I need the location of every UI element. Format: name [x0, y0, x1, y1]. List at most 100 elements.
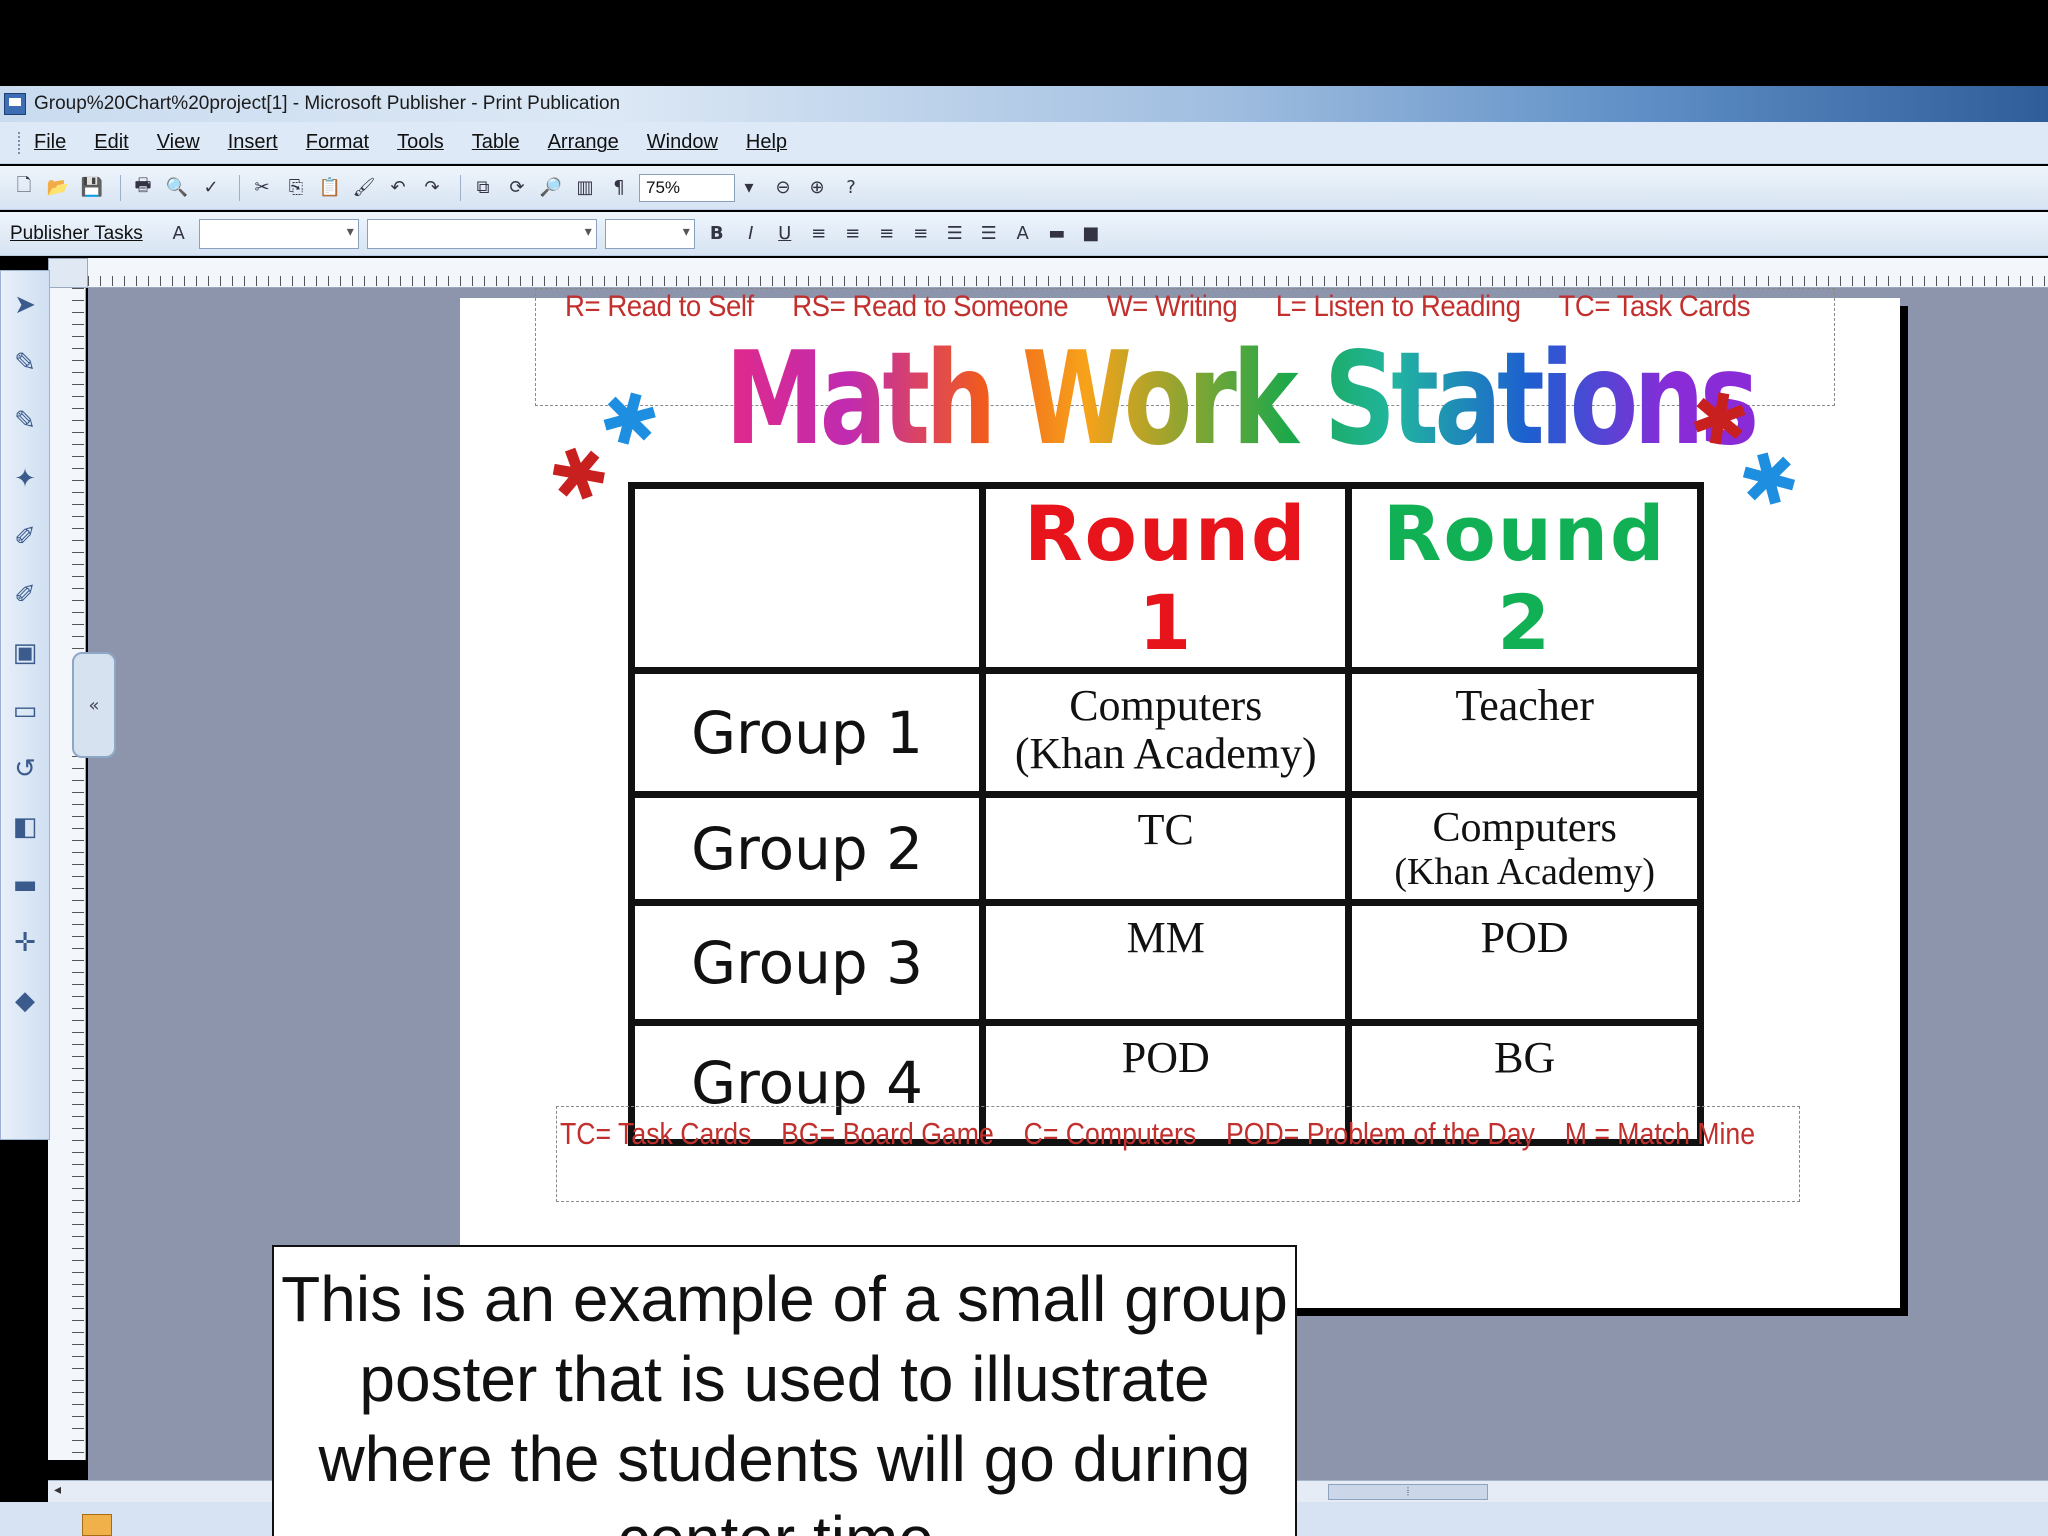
undo-icon[interactable]: ↺: [5, 749, 45, 789]
publisher-app-icon[interactable]: [4, 93, 26, 115]
select-arrow-icon[interactable]: ➤: [5, 285, 45, 325]
table-cell[interactable]: TC: [979, 791, 1353, 906]
spelling-icon[interactable]: ✓: [197, 174, 225, 202]
menu-table[interactable]: Table: [472, 131, 520, 154]
legend-item: L= Listen to Reading: [1275, 290, 1521, 323]
numbering-icon[interactable]: ☰: [941, 220, 969, 248]
paste-icon[interactable]: 📋: [316, 174, 344, 202]
group-label[interactable]: Group 1: [627, 667, 987, 798]
shape-icon[interactable]: ✐: [5, 575, 45, 615]
format-painter-icon[interactable]: 🖌: [350, 174, 378, 202]
group-label[interactable]: Group 2: [627, 791, 987, 906]
line-style-icon[interactable]: ▬: [1043, 220, 1071, 248]
save-icon[interactable]: 💾: [78, 174, 106, 202]
zoom-in-icon[interactable]: ⊕: [803, 174, 831, 202]
styles-icon[interactable]: A: [165, 220, 193, 248]
align-center-icon[interactable]: ≡: [839, 220, 867, 248]
horizontal-ruler[interactable]: [88, 258, 2048, 288]
wordart-icon[interactable]: ✦: [5, 459, 45, 499]
font-size-select[interactable]: [604, 218, 695, 249]
menu-window[interactable]: Window: [647, 131, 718, 154]
toolbar-separator: [239, 174, 240, 201]
cut-icon[interactable]: ✂: [248, 174, 276, 202]
style-select[interactable]: [198, 218, 359, 249]
line-icon[interactable]: ▭: [5, 691, 45, 731]
cell-line: Teacher: [1455, 681, 1594, 730]
cell-line: Computers: [1432, 805, 1617, 851]
menu-arrange[interactable]: Arrange: [548, 131, 619, 154]
toolbar-separator: [120, 174, 121, 201]
table-icon[interactable]: ✎: [5, 401, 45, 441]
print-icon[interactable]: 🖶: [129, 174, 157, 202]
table-cell[interactable]: Computers (Khan Academy): [1345, 791, 1704, 906]
text-box-icon[interactable]: ✎: [5, 343, 45, 383]
menu-edit[interactable]: Edit: [94, 131, 128, 154]
table-cell[interactable]: Computers (Khan Academy): [979, 667, 1353, 798]
zoom-dropdown-icon[interactable]: ▾: [735, 174, 763, 202]
zoom-out-icon[interactable]: ⊖: [769, 174, 797, 202]
crosshair-icon[interactable]: ✛: [5, 923, 45, 963]
toolbar-separator: [460, 174, 461, 201]
cell-line: TC: [1137, 805, 1194, 854]
menu-file[interactable]: File: [34, 131, 66, 154]
cell-line: MM: [1126, 913, 1205, 962]
window-title: Group%20Chart%20project[1] - Microsoft P…: [34, 93, 621, 114]
picture-icon[interactable]: ✐: [5, 517, 45, 557]
bold-icon[interactable]: B: [703, 220, 731, 248]
underline-icon[interactable]: U: [771, 220, 799, 248]
font-select[interactable]: [366, 218, 597, 249]
align-right-icon[interactable]: ≡: [873, 220, 901, 248]
stations-table[interactable]: Round 1 Round 2 Group 1 Computers (Khan …: [627, 482, 1704, 1146]
new-icon[interactable]: 🗋: [10, 174, 38, 202]
align-left-icon[interactable]: ≡: [805, 220, 833, 248]
table-cell[interactable]: Teacher: [1345, 667, 1704, 798]
rotate-icon[interactable]: ⟳: [503, 174, 531, 202]
poster-title[interactable]: Math Work Stations: [725, 325, 1759, 475]
legend-item: C= Computers: [1023, 1116, 1197, 1151]
menu-grip[interactable]: [18, 131, 24, 154]
redo-icon[interactable]: ↷: [418, 174, 446, 202]
menu-help[interactable]: Help: [746, 131, 787, 154]
table-cell[interactable]: MM: [979, 899, 1353, 1026]
round-2-header[interactable]: Round 2: [1345, 482, 1704, 674]
double-chevron-left-icon: «: [88, 694, 100, 716]
help-icon[interactable]: ?: [837, 174, 865, 202]
copy-icon[interactable]: ⎘: [282, 174, 310, 202]
open-icon[interactable]: 📂: [44, 174, 72, 202]
scroll-thumb[interactable]: ⦙: [1328, 1484, 1488, 1500]
shadow-icon[interactable]: ■: [1077, 220, 1105, 248]
group-label[interactable]: Group 3: [627, 899, 987, 1026]
collapse-task-pane-tab[interactable]: «: [72, 652, 116, 758]
menu-view[interactable]: View: [157, 131, 200, 154]
scroll-left-icon[interactable]: ◂: [54, 1482, 61, 1498]
hotspot-icon[interactable]: ◧: [5, 807, 45, 847]
cell-line: POD: [1480, 913, 1569, 962]
table-cell[interactable]: POD: [1345, 899, 1704, 1026]
justify-icon[interactable]: ≡: [907, 220, 935, 248]
round-1-header[interactable]: Round 1: [979, 482, 1353, 674]
design-gallery-icon[interactable]: ◆: [5, 981, 45, 1021]
menu-format[interactable]: Format: [306, 131, 369, 154]
print-preview-icon[interactable]: 🔍: [163, 174, 191, 202]
italic-icon[interactable]: I: [737, 220, 765, 248]
bullets-icon[interactable]: ☰: [975, 220, 1003, 248]
menu-tools[interactable]: Tools: [397, 131, 444, 154]
formatting-toolbar: Publisher Tasks A B I U ≡ ≡ ≡ ≡ ☰ ☰ A ▬ …: [0, 212, 2048, 256]
zoom-icon[interactable]: 🔎: [537, 174, 565, 202]
ruler-corner: [48, 258, 88, 288]
legend-item: W= Writing: [1106, 290, 1238, 323]
font-color-icon[interactable]: A: [1009, 220, 1037, 248]
form-control-icon[interactable]: ▬: [5, 865, 45, 905]
publisher-tasks-button[interactable]: Publisher Tasks: [10, 223, 143, 245]
columns-icon[interactable]: ▥: [571, 174, 599, 202]
legend-item: TC= Task Cards: [560, 1116, 752, 1151]
zoom-field[interactable]: 75%: [639, 173, 735, 202]
clip-art-icon[interactable]: ▣: [5, 633, 45, 673]
table-corner-cell[interactable]: [627, 482, 987, 674]
vertical-ruler[interactable]: [48, 288, 86, 1460]
page-navigator-icon[interactable]: [82, 1514, 112, 1536]
undo-icon[interactable]: ↶: [384, 174, 412, 202]
pilcrow-icon[interactable]: ¶: [605, 174, 633, 202]
bring-forward-icon[interactable]: ⧉: [469, 174, 497, 202]
menu-insert[interactable]: Insert: [228, 131, 278, 154]
